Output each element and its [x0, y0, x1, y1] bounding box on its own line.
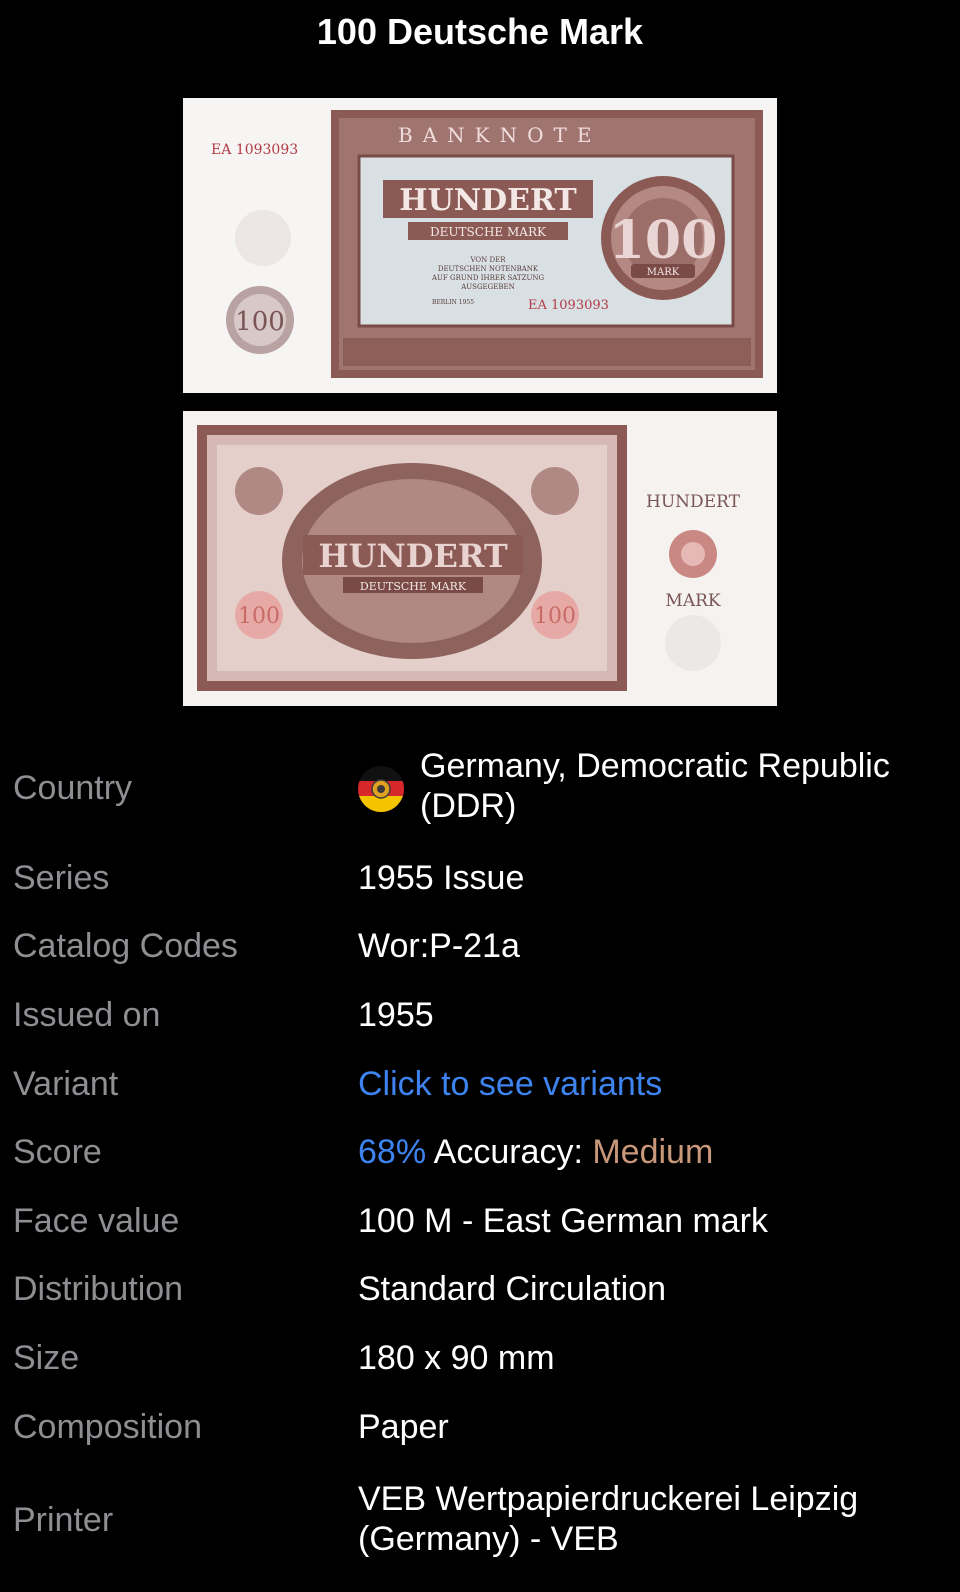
front-serial-number-inner: EA 1093093 — [528, 298, 609, 313]
series-value: 1955 Issue — [358, 859, 525, 897]
banknote-back-drawing: HUNDERT DEUTSCHE MARK 100 100 HUNDERT MA… — [183, 411, 777, 706]
front-left-denomination: 100 — [235, 307, 285, 337]
banknote-front-drawing: 100 EA 1093093 BANKNOTE HUNDERT DEUTSCHE… — [183, 98, 777, 393]
banknote-back-image[interactable]: HUNDERT DEUTSCHE MARK 100 100 HUNDERT MA… — [183, 411, 777, 706]
issued-on-label: Issued on — [13, 996, 161, 1034]
size-value: 180 x 90 mm — [358, 1339, 555, 1377]
front-fine-print-3: AUF GRUND IHRER SATZUNG — [431, 274, 545, 282]
face-value-value: 100 M - East German mark — [358, 1202, 769, 1240]
score-label: Score — [13, 1133, 102, 1171]
country-value-line1: Germany, Democratic Republic — [420, 747, 890, 785]
issued-on-value: 1955 — [358, 996, 434, 1034]
catalog-codes-label: Catalog Codes — [13, 927, 238, 965]
front-serial-number: EA 1093093 — [211, 142, 298, 158]
row-score: Score 68% Accuracy: Medium — [0, 1132, 960, 1172]
distribution-label: Distribution — [13, 1270, 184, 1308]
country-value: Germany, Democratic Republic (DDR) — [420, 746, 950, 826]
row-distribution: Distribution Standard Circulation — [0, 1269, 960, 1309]
composition-label: Composition — [13, 1408, 202, 1446]
row-issued-on: Issued on 1955 — [0, 995, 960, 1035]
back-hundert-word: HUNDERT — [318, 537, 508, 575]
page-title: 100 Deutsche Mark — [316, 11, 644, 52]
row-face-value: Face value 100 M - East German mark — [0, 1201, 960, 1241]
face-value-label: Face value — [13, 1202, 180, 1240]
variant-label: Variant — [13, 1065, 119, 1103]
accuracy-value: Medium — [592, 1133, 714, 1171]
front-place: BERLIN 1955 — [432, 299, 474, 306]
see-variants-link[interactable]: Click to see variants — [358, 1064, 662, 1104]
front-mark-label: MARK — [647, 267, 680, 278]
catalog-codes-value: Wor:P-21a — [358, 927, 520, 965]
back-side-bottom: MARK — [665, 591, 720, 611]
back-side-top: HUNDERT — [646, 492, 741, 512]
country-value-line2: (DDR) — [420, 787, 517, 825]
back-subtitle: DEUTSCHE MARK — [360, 580, 467, 593]
front-banknote-band: BANKNOTE — [398, 123, 601, 147]
back-right-denomination: 100 — [534, 604, 576, 629]
country-label: Country — [13, 769, 133, 807]
printer-label: Printer — [13, 1501, 114, 1539]
front-fine-print-4: AUSGEGEBEN — [460, 283, 515, 291]
back-left-denomination: 100 — [238, 604, 280, 629]
printer-value-line2: (Germany) - VEB — [358, 1520, 619, 1558]
banknote-front-image[interactable]: 100 EA 1093093 BANKNOTE HUNDERT DEUTSCHE… — [183, 98, 777, 393]
row-printer: Printer VEB Wertpapierdruckerei Leipzig … — [0, 1476, 960, 1572]
printer-value-line1: VEB Wertpapierdruckerei Leipzig — [358, 1480, 859, 1518]
size-label: Size — [13, 1339, 80, 1377]
row-catalog-codes: Catalog Codes Wor:P-21a — [0, 926, 960, 966]
score-percent[interactable]: 68% — [358, 1133, 426, 1171]
accuracy-label: Accuracy: — [433, 1133, 583, 1171]
row-size: Size 180 x 90 mm — [0, 1338, 960, 1378]
front-fine-print-1: VON DER — [469, 256, 506, 264]
front-denomination: 100 — [609, 210, 718, 271]
printer-value: VEB Wertpapierdruckerei Leipzig (Germany… — [358, 1479, 948, 1559]
front-subtitle: DEUTSCHE MARK — [430, 225, 547, 239]
composition-value: Paper — [358, 1408, 449, 1446]
series-label: Series — [13, 859, 110, 897]
front-hundert-word: HUNDERT — [399, 183, 577, 218]
row-series: Series 1955 Issue — [0, 858, 960, 898]
distribution-value: Standard Circulation — [358, 1270, 667, 1308]
front-fine-print-2: DEUTSCHEN NOTENBANK — [438, 265, 539, 273]
row-variant: Variant Click to see variants — [0, 1064, 960, 1104]
score-value: 68% Accuracy: Medium — [358, 1132, 948, 1172]
ddr-flag-icon — [358, 766, 404, 812]
row-composition: Composition Paper — [0, 1407, 960, 1447]
row-country: Country Germany, Democratic Republic (DD… — [0, 742, 960, 838]
